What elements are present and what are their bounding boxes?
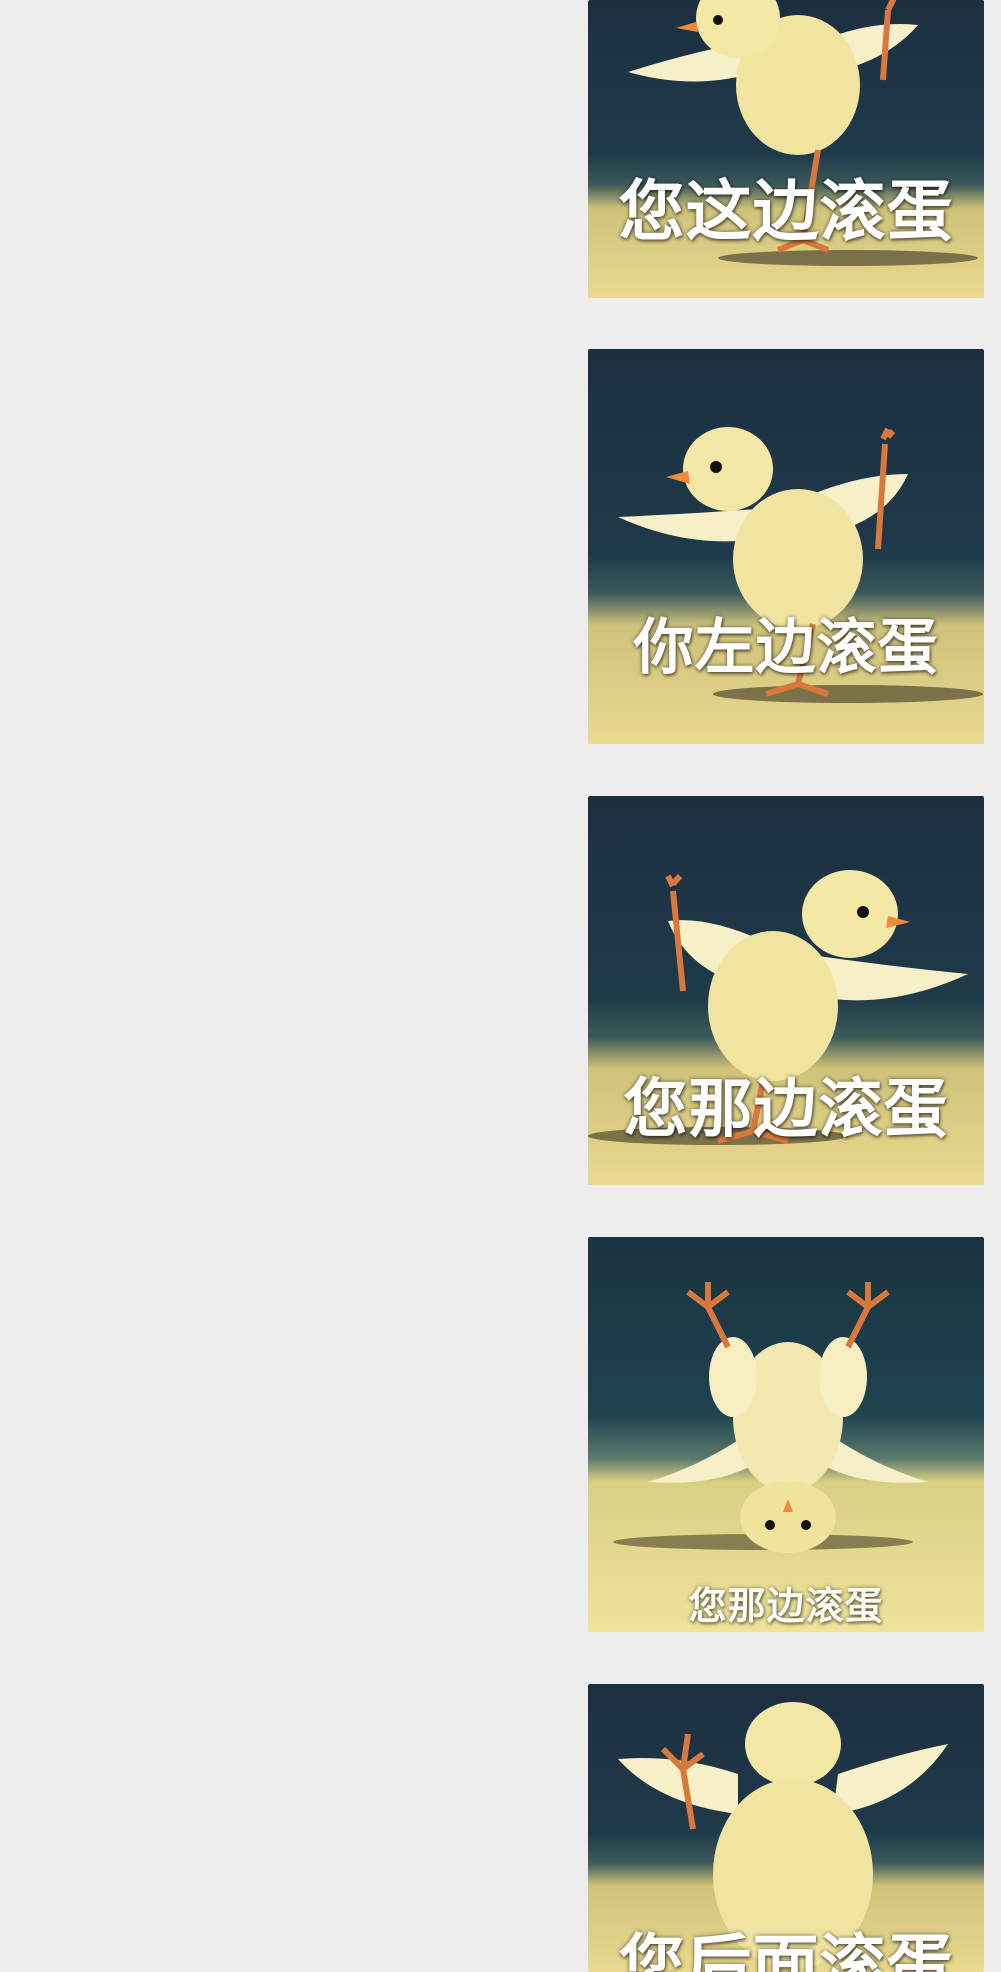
sticker-caption: 你左边滚蛋 — [633, 613, 939, 683]
chat-message-feed[interactable]: 您这边滚蛋 你左边滚蛋 您那边滚蛋 您那边滚蛋 您后面滚蛋 — [0, 0, 1001, 1972]
yoga-chick-headstand-icon — [613, 1282, 928, 1553]
sticker-caption: 您那边滚蛋 — [688, 1584, 884, 1628]
sticker-message[interactable]: 您后面滚蛋 — [588, 1684, 984, 1972]
sticker-message[interactable]: 你左边滚蛋 — [588, 349, 984, 744]
sticker-caption: 您后面滚蛋 — [618, 1927, 954, 1972]
sticker-message[interactable]: 您那边滚蛋 — [588, 1237, 984, 1632]
sticker-caption: 您这边滚蛋 — [618, 173, 954, 250]
sticker-caption: 您那边滚蛋 — [623, 1073, 949, 1147]
sticker-message[interactable]: 您那边滚蛋 — [588, 796, 984, 1185]
sticker-message[interactable]: 您这边滚蛋 — [588, 0, 984, 298]
